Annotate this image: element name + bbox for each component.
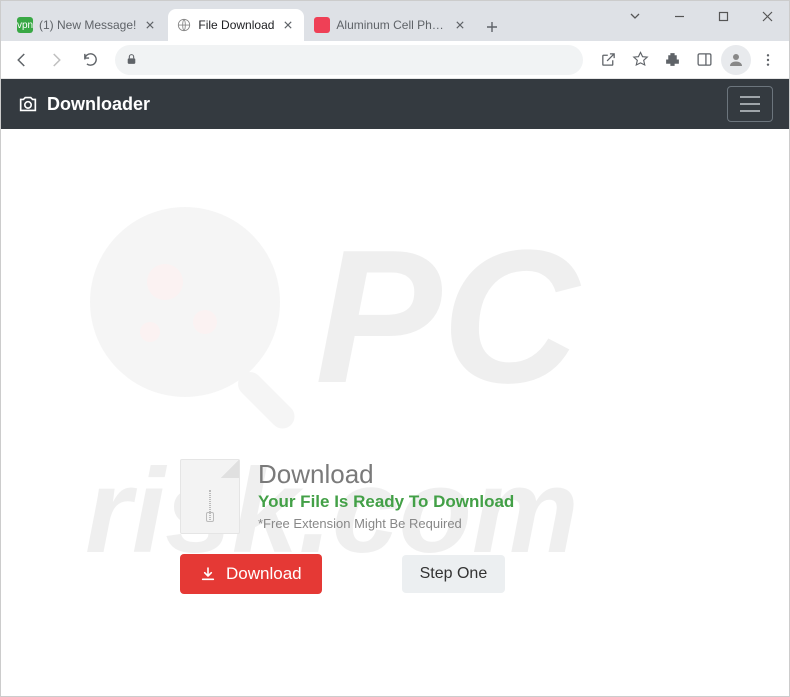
profile-icon[interactable] <box>721 45 751 75</box>
browser-titlebar: vpn (1) New Message! File Download Alumi… <box>1 1 789 41</box>
page-content: PC risk.com Download Your File Is Ready … <box>1 129 789 696</box>
panel-icon[interactable] <box>689 45 719 75</box>
step-one-button[interactable]: Step One <box>402 555 506 593</box>
tab-aluminum[interactable]: Aluminum Cell Phone H <box>306 9 476 41</box>
close-icon[interactable] <box>280 17 296 33</box>
address-bar[interactable] <box>115 45 583 75</box>
step-button-label: Step One <box>420 565 488 583</box>
download-arrow-icon <box>200 566 216 582</box>
tab-new-message[interactable]: vpn (1) New Message! <box>9 9 166 41</box>
bookmark-icon[interactable] <box>625 45 655 75</box>
download-panel: Download Your File Is Ready To Download … <box>180 459 610 594</box>
favicon-globe <box>176 17 192 33</box>
maximize-icon[interactable] <box>701 1 745 31</box>
extensions-icon[interactable] <box>657 45 687 75</box>
download-button[interactable]: Download <box>180 554 322 594</box>
tab-label: Aluminum Cell Phone H <box>336 18 446 32</box>
tab-label: File Download <box>198 18 274 32</box>
close-icon[interactable] <box>452 17 468 33</box>
download-title: Download <box>258 459 514 490</box>
hamburger-button[interactable] <box>727 86 773 122</box>
menu-icon[interactable] <box>753 45 783 75</box>
back-button[interactable] <box>7 45 37 75</box>
chevron-down-icon[interactable] <box>613 1 657 31</box>
brand[interactable]: Downloader <box>17 93 150 115</box>
forward-button[interactable] <box>41 45 71 75</box>
download-note: *Free Extension Might Be Required <box>258 516 514 531</box>
camera-icon <box>17 93 39 115</box>
favicon-vpn: vpn <box>17 17 33 33</box>
download-ready-text: Your File Is Ready To Download <box>258 492 514 512</box>
lock-icon <box>125 53 138 66</box>
tab-file-download[interactable]: File Download <box>168 9 304 41</box>
window-controls <box>613 1 789 31</box>
share-icon[interactable] <box>593 45 623 75</box>
svg-text:PC: PC <box>315 211 582 423</box>
browser-toolbar <box>1 41 789 79</box>
file-zip-icon <box>180 459 240 534</box>
minimize-icon[interactable] <box>657 1 701 31</box>
close-window-icon[interactable] <box>745 1 789 31</box>
tab-label: (1) New Message! <box>39 18 136 32</box>
favicon-shop <box>314 17 330 33</box>
site-header: Downloader <box>1 79 789 129</box>
reload-button[interactable] <box>75 45 105 75</box>
download-button-label: Download <box>226 564 302 584</box>
new-tab-button[interactable] <box>478 13 506 41</box>
brand-label: Downloader <box>47 94 150 115</box>
close-icon[interactable] <box>142 17 158 33</box>
